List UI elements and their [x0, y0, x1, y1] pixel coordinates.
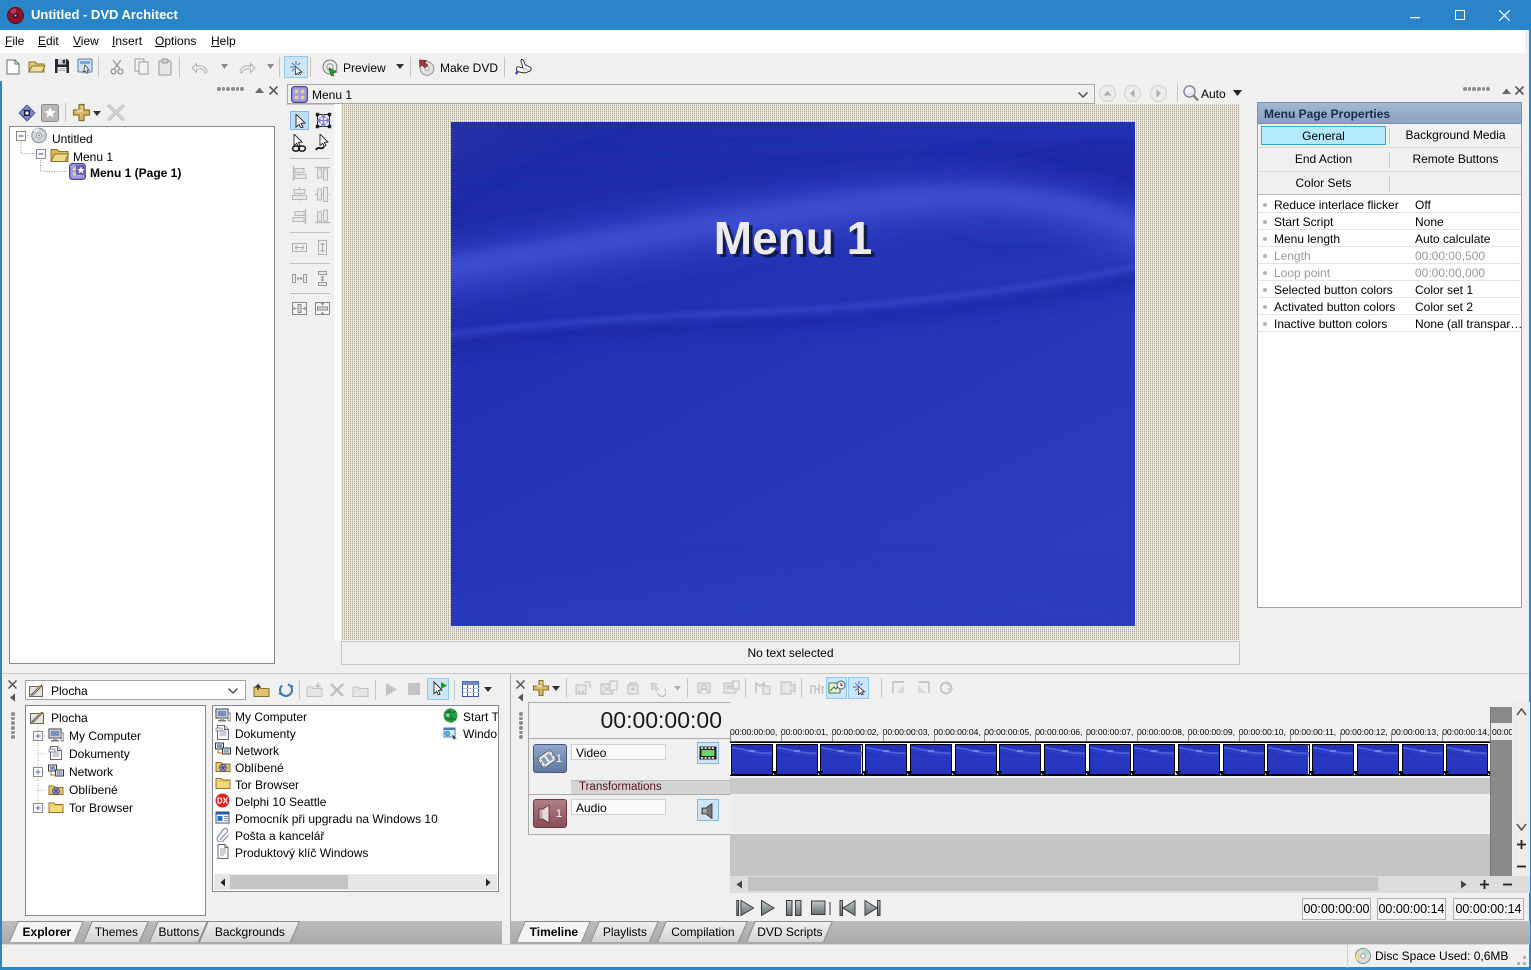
svg-text:Menu 1: Menu 1 [714, 212, 872, 264]
svg-text:DX: DX [217, 797, 229, 806]
